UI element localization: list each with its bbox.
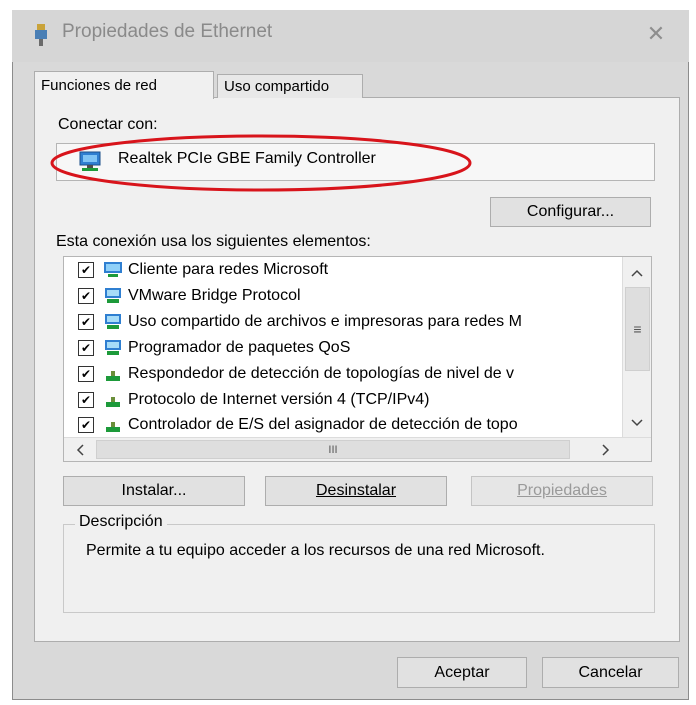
list-item[interactable]: ✔ Protocolo de Internet versión 4 (TCP/IP… — [64, 388, 622, 412]
network-service-icon — [105, 314, 121, 329]
checkbox[interactable]: ✔ — [78, 288, 94, 304]
list-item-label: Cliente para redes Microsoft — [128, 261, 329, 278]
list-item[interactable]: ✔ Programador de paquetes QoS — [64, 336, 622, 360]
close-button[interactable]: ✕ — [634, 17, 678, 51]
uninstall-button-label: Desinstalar — [315, 482, 397, 499]
network-protocol-icon — [106, 422, 120, 432]
scroll-thumb[interactable]: ≡ — [625, 287, 650, 371]
list-item[interactable]: ✔ Cliente para redes Microsoft — [64, 258, 622, 282]
accept-button[interactable]: Aceptar — [397, 657, 527, 688]
description-group — [63, 524, 655, 613]
chevron-right-icon — [602, 443, 610, 456]
properties-button-label: Propiedades — [517, 482, 607, 499]
scroll-up-button[interactable] — [623, 261, 651, 285]
checkbox[interactable]: ✔ — [78, 417, 94, 433]
cancel-button[interactable]: Cancelar — [542, 657, 679, 688]
description-legend: Descripción — [75, 513, 167, 531]
red-annotation-ellipse — [50, 134, 472, 192]
network-protocol-icon — [106, 397, 120, 407]
list-item[interactable]: ✔ Respondedor de detección de topologías … — [64, 362, 622, 386]
configure-button-label: Configurar... — [526, 203, 615, 220]
list-item-label: Controlador de E/S del asignador de dete… — [128, 416, 518, 433]
list-item-label: Protocolo de Internet versión 4 (TCP/IPv… — [128, 391, 430, 408]
scroll-left-button[interactable] — [66, 439, 94, 460]
ethernet-plug-icon — [35, 24, 47, 46]
list-item-label: Programador de paquetes QoS — [128, 339, 351, 356]
network-service-icon — [105, 288, 121, 303]
checkbox[interactable]: ✔ — [78, 262, 94, 278]
scroll-right-button[interactable] — [592, 439, 620, 460]
properties-button[interactable]: Propiedades — [471, 476, 653, 506]
list-item-label: Respondedor de detección de topologías d… — [128, 365, 515, 382]
checkbox[interactable]: ✔ — [78, 366, 94, 382]
install-button-label: Instalar... — [121, 482, 187, 499]
vertical-scrollbar[interactable]: ≡ — [622, 257, 651, 437]
chevron-down-icon — [631, 419, 643, 427]
scroll-down-button[interactable] — [623, 411, 651, 435]
uninstall-button[interactable]: Desinstalar — [265, 476, 447, 506]
cancel-button-label: Cancelar — [578, 663, 643, 681]
network-service-icon — [105, 340, 121, 355]
elements-label: Esta conexión usa los siguientes element… — [56, 233, 371, 250]
horizontal-scrollbar[interactable]: III — [64, 437, 651, 461]
network-client-icon — [104, 262, 122, 277]
checkbox[interactable]: ✔ — [78, 392, 94, 408]
list-item[interactable]: ✔ Controlador de E/S del asignador de det… — [64, 413, 622, 437]
install-button[interactable]: Instalar... — [63, 476, 245, 506]
list-item-label: VMware Bridge Protocol — [128, 287, 301, 304]
checkbox[interactable]: ✔ — [78, 340, 94, 356]
list-item-label: Uso compartido de archivos e impresoras … — [128, 313, 522, 330]
checkbox[interactable]: ✔ — [78, 314, 94, 330]
tab-uso-compartido[interactable]: Uso compartido — [217, 74, 363, 98]
configure-button[interactable]: Configurar... — [490, 197, 651, 227]
list-item[interactable]: ✔ Uso compartido de archivos e impresoras… — [64, 310, 622, 334]
window-title: Propiedades de Ethernet — [62, 21, 273, 42]
chevron-left-icon — [76, 443, 84, 456]
list-item[interactable]: ✔ VMware Bridge Protocol — [64, 284, 622, 308]
description-text: Permite a tu equipo acceder a los recurs… — [86, 542, 545, 559]
hscroll-thumb[interactable]: III — [96, 440, 570, 459]
accept-button-label: Aceptar — [434, 663, 490, 681]
network-protocol-icon — [106, 371, 120, 381]
tab-funciones-de-red[interactable]: Funciones de red — [34, 71, 214, 99]
chevron-up-icon — [631, 269, 643, 277]
